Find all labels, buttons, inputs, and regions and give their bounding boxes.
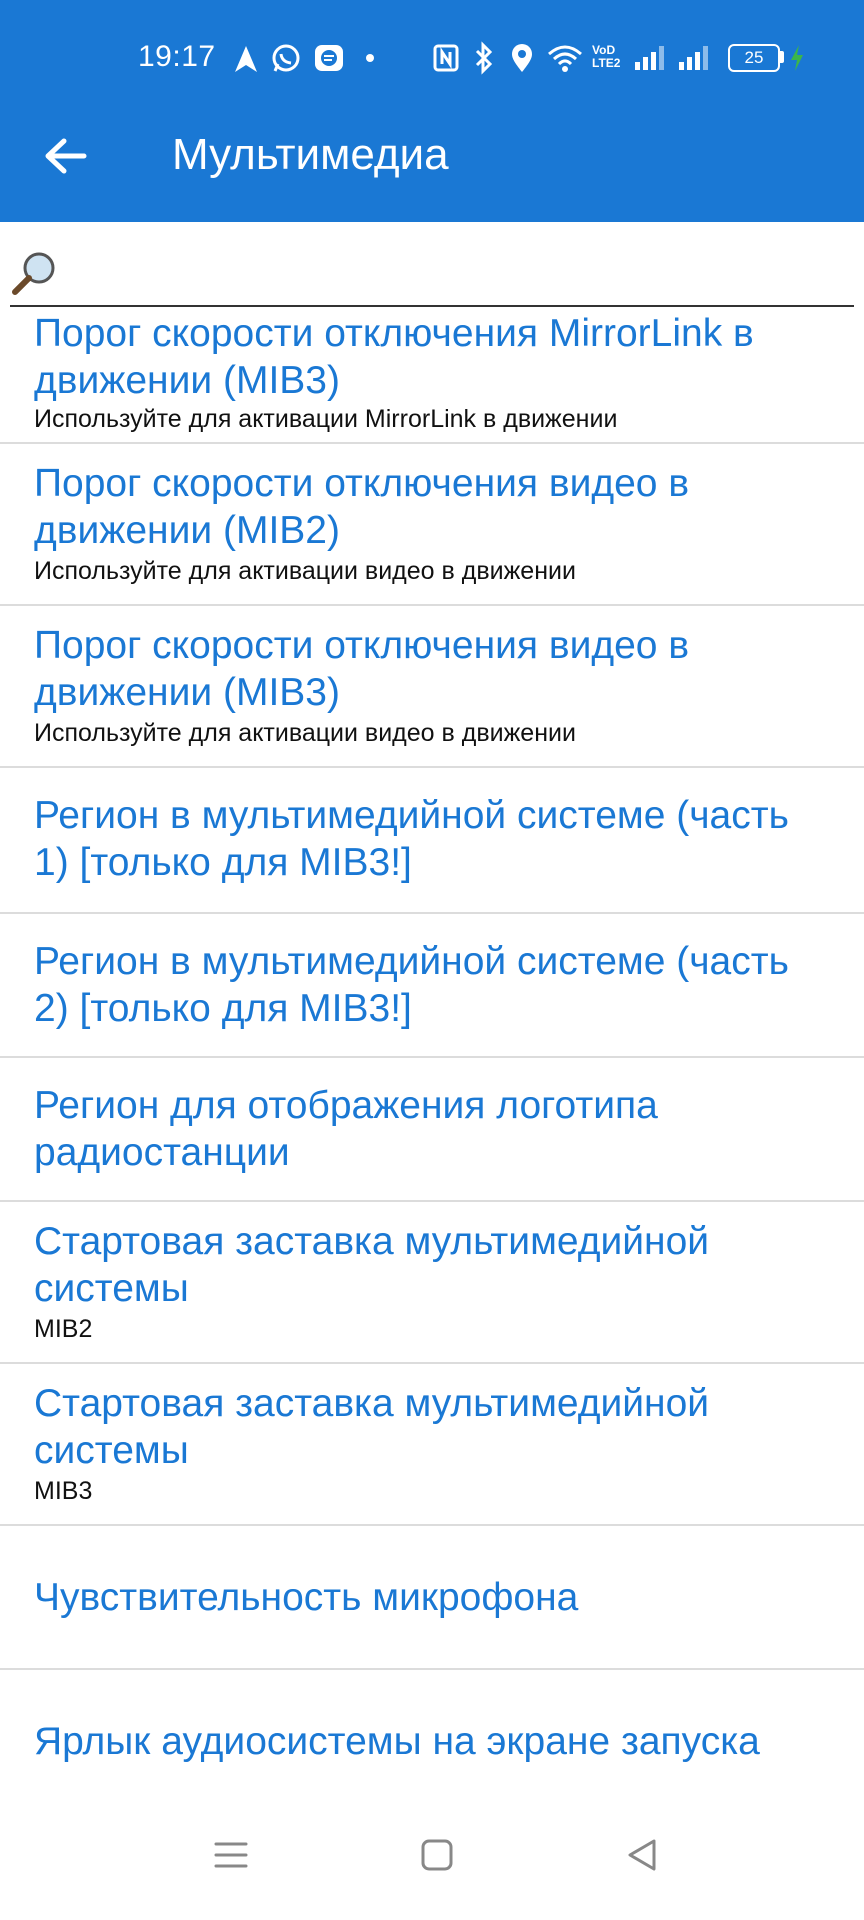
list-item-subtitle: Используйте для активации видео в движен… [34,719,576,747]
list-item[interactable]: Чувствительность микрофона [0,1526,864,1670]
list-item-subtitle: MIB2 [34,1315,93,1343]
list-item-title: Ярлык аудиосистемы на экране запуска [34,1720,760,1763]
settings-list: Порог скорости отключения MirrorLink в д… [0,306,864,1790]
list-item[interactable]: Порог скорости отключения видео в движен… [0,444,864,606]
wifi-icon [548,45,582,72]
charging-icon [791,45,803,71]
list-item-title: Регион в мультимедийной системе (часть 2… [34,940,789,1030]
nfc-icon [433,44,459,72]
search-bar [0,222,864,307]
back-arrow-button[interactable] [36,126,96,186]
list-item[interactable]: Порог скорости отключения MirrorLink в д… [0,306,864,444]
status-time: 19:17 [138,40,216,73]
location-icon [512,44,532,72]
volte-indicator: VoD LTE2 [592,40,626,80]
page-title: Мультимедиа [172,130,449,179]
navigation-arrow-icon [235,46,257,72]
battery-icon: 25 [728,44,780,72]
list-item[interactable]: Регион в мультимедийной системе (часть 1… [0,768,864,914]
list-item-title: Порог скорости отключения видео в движен… [34,624,690,714]
list-item[interactable]: Стартовая заставка мультимедийной систем… [0,1364,864,1526]
system-nav-bar [0,1790,864,1920]
list-item[interactable]: Регион в мультимедийной системе (часть 2… [0,914,864,1058]
list-item[interactable]: Регион для отображения логотипа радиоста… [0,1058,864,1202]
battery-tip [780,51,784,63]
list-item-title: Стартовая заставка мультимедийной систем… [34,1220,710,1310]
list-item-subtitle: MIB3 [34,1477,93,1505]
signal-strength-2-icon [679,46,708,70]
list-item[interactable]: Ярлык аудиосистемы на экране запуска [0,1670,864,1790]
volte-label-bottom: LTE2 [592,56,621,70]
app-bar: 19:17 VoD LTE2 25 Мультимедиа [0,0,864,222]
list-item-title: Регион в мультимедийной системе (часть 1… [34,794,789,884]
list-item-title: Порог скорости отключения MirrorLink в д… [34,312,754,402]
list-item-subtitle: Используйте для активации видео в движен… [34,557,576,585]
menu-icon[interactable] [206,1830,256,1880]
search-input[interactable] [72,242,846,300]
list-item[interactable]: Порог скорости отключения видео в движен… [0,606,864,768]
status-bar: 19:17 VoD LTE2 25 [0,0,864,115]
list-item-title: Чувствительность микрофона [34,1576,579,1619]
list-item-subtitle: Используйте для активации MirrorLink в д… [34,405,618,433]
whatsapp-icon [272,44,300,72]
chat-app-icon [315,45,343,71]
home-icon[interactable] [412,1830,462,1880]
list-item[interactable]: Стартовая заставка мультимедийной систем… [0,1202,864,1364]
battery-level: 25 [744,48,764,67]
list-item-title: Стартовая заставка мультимедийной систем… [34,1382,710,1472]
search-icon [12,252,55,295]
back-icon[interactable] [618,1830,668,1880]
bluetooth-icon [475,41,493,75]
list-item-title: Регион для отображения логотипа радиоста… [34,1084,658,1174]
list-item-title: Порог скорости отключения видео в движен… [34,462,690,552]
signal-strength-icon [635,46,664,70]
notification-dot-icon [366,54,374,62]
